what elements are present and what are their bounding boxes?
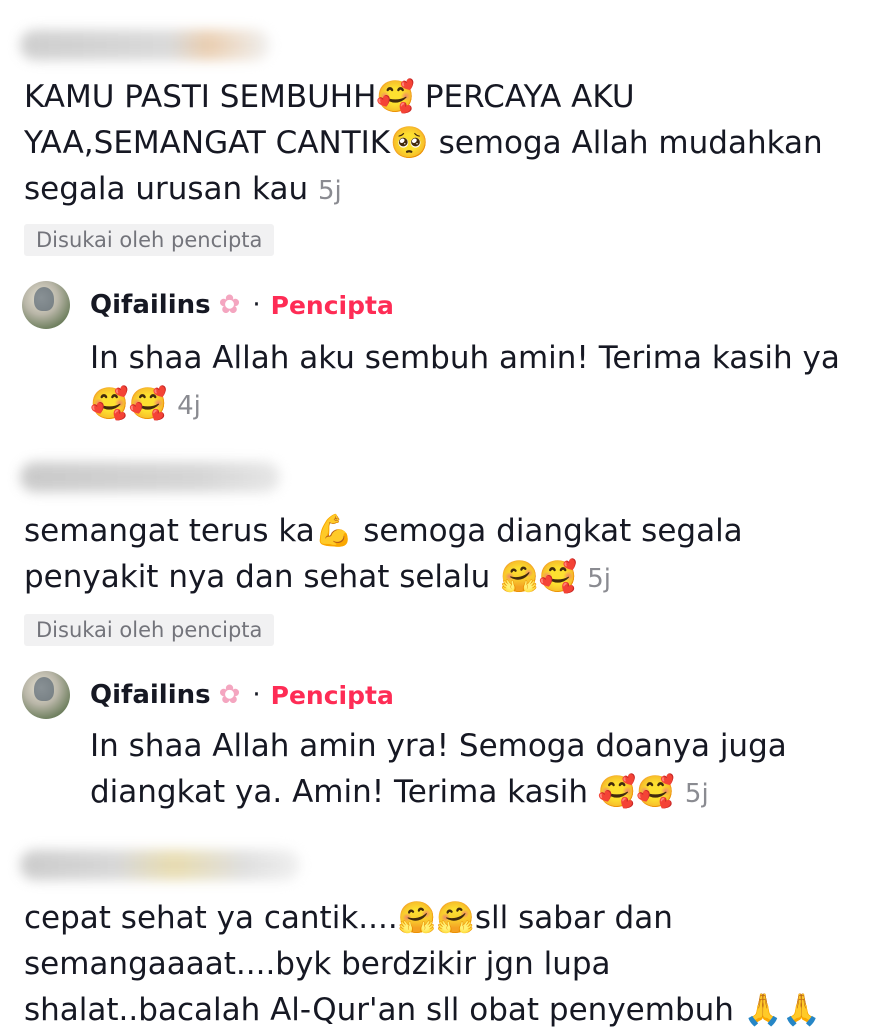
comment-timestamp: 5j <box>587 564 611 594</box>
reply-header: Qifailins ✿ · Pencipta <box>22 280 394 330</box>
comment-text: cepat sehat ya cantik....🤗🤗sll sabar dan… <box>24 895 844 1033</box>
liked-by-creator-badge: Disukai oleh pencipta <box>24 614 275 646</box>
creator-label: Pencipta <box>270 680 394 710</box>
liked-by-creator-badge: Disukai oleh pencipta <box>24 224 275 256</box>
avatar[interactable] <box>22 671 70 719</box>
comment-timestamp: 5j <box>317 176 342 206</box>
cherry-blossom-icon: ✿ <box>218 290 241 320</box>
reply-username[interactable]: Qifailins <box>90 680 211 710</box>
reply-timestamp: 5j <box>684 779 709 809</box>
comment-body: semangat terus ka💪 semoga diangkat segal… <box>24 513 753 595</box>
comment-body: cepat sehat ya cantik....🤗🤗sll sabar dan… <box>24 900 821 1028</box>
avatar[interactable] <box>22 281 70 329</box>
comment-body: KAMU PASTI SEMBUHH🥰 PERCAYA AKU YAA,SEMA… <box>24 79 833 207</box>
reply-timestamp: 4j <box>177 391 201 421</box>
comment-text: semangat terus ka💪 semoga diangkat segal… <box>24 508 844 602</box>
blurred-username <box>20 850 300 880</box>
separator-dot: · <box>252 290 261 320</box>
blurred-username <box>20 30 270 60</box>
reply-body: In shaa Allah aku sembuh amin! Terima ka… <box>90 340 850 422</box>
reply-text: In shaa Allah aku sembuh amin! Terima ka… <box>90 335 860 429</box>
reply-username[interactable]: Qifailins <box>90 290 211 320</box>
reply-header: Qifailins ✿ · Pencipta <box>22 670 394 720</box>
comment-text: KAMU PASTI SEMBUHH🥰 PERCAYA AKU YAA,SEMA… <box>24 74 844 214</box>
reply-text: In shaa Allah amin yra! Semoga doanya ju… <box>90 723 860 817</box>
cherry-blossom-icon: ✿ <box>218 680 241 710</box>
creator-label: Pencipta <box>270 290 394 320</box>
blurred-username <box>20 462 280 492</box>
separator-dot: · <box>252 680 261 710</box>
